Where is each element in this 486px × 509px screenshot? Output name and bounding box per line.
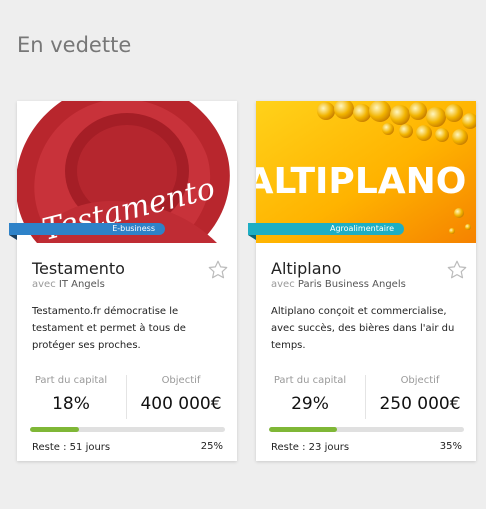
project-card-altiplano[interactable]: ALTIPLANO Agroalimentaire Altiplano avec…	[248, 101, 476, 461]
stat-label: Part du capital	[273, 375, 347, 386]
progress-bar	[269, 427, 464, 432]
remaining-days: Reste : 51 jours	[32, 442, 111, 453]
funded-percent: 35%	[439, 441, 462, 452]
project-description: Altiplano conçoit et commercialise, avec…	[271, 306, 455, 351]
project-card-testamento[interactable]: Testamento E-business Testamento avec IT…	[9, 101, 237, 461]
stat-objective: Objectif 250 000€	[366, 375, 474, 414]
progress-fill	[30, 427, 79, 432]
hero-logo-text: ALTIPLANO	[256, 161, 466, 202]
remaining-days: Reste : 23 jours	[271, 442, 350, 453]
star-outline-icon[interactable]	[207, 259, 229, 281]
stat-label: Objectif	[161, 375, 201, 386]
category-badge: E-business	[9, 223, 165, 240]
project-stats: Part du capital 18% Objectif 400 000€	[17, 375, 237, 425]
partner-name[interactable]: Paris Business Angels	[298, 279, 406, 290]
stat-label: Objectif	[400, 375, 440, 386]
project-description: Testamento.fr démocratise le testament e…	[32, 306, 186, 351]
funded-percent: 25%	[200, 441, 223, 452]
project-partner: avec Paris Business Angels	[271, 279, 406, 290]
project-name[interactable]: Altiplano	[271, 259, 341, 278]
category-badge: Agroalimentaire	[248, 223, 404, 240]
project-image[interactable]: ALTIPLANO	[256, 101, 476, 243]
stat-capital: Part du capital 18%	[17, 375, 125, 414]
stat-value: 29%	[291, 394, 329, 414]
stat-value: 250 000€	[379, 394, 461, 414]
partner-prefix: avec	[271, 279, 295, 290]
stat-label: Part du capital	[34, 375, 108, 386]
partner-name[interactable]: IT Angels	[59, 279, 105, 290]
stat-value: 400 000€	[140, 394, 222, 414]
project-stats: Part du capital 29% Objectif 250 000€	[256, 375, 476, 425]
progress-bar	[30, 427, 225, 432]
section-title: En vedette	[17, 33, 132, 57]
stat-value: 18%	[52, 394, 90, 414]
stat-capital: Part du capital 29%	[256, 375, 364, 414]
stat-objective: Objectif 400 000€	[127, 375, 235, 414]
project-image[interactable]: Testamento	[17, 101, 237, 243]
project-name[interactable]: Testamento	[32, 259, 125, 278]
progress-fill	[269, 427, 338, 432]
partner-prefix: avec	[32, 279, 56, 290]
project-partner: avec IT Angels	[32, 279, 105, 290]
star-outline-icon[interactable]	[446, 259, 468, 281]
